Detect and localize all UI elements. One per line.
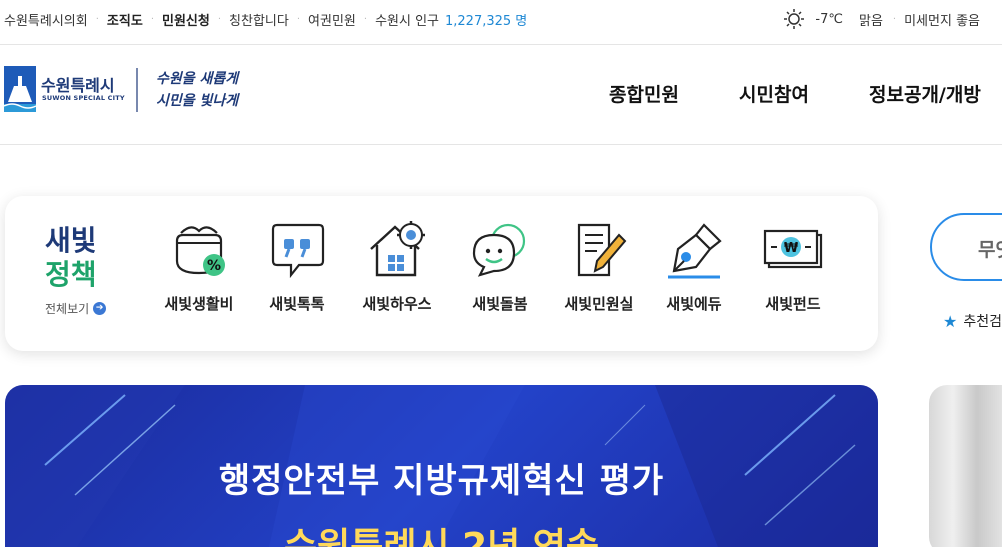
separator-dot: ·: [217, 14, 222, 25]
service-saebit-fund[interactable]: ₩ 새빛펀드: [745, 221, 841, 314]
service-label: 새빛톡톡: [269, 295, 325, 313]
service-label: 새빛에듀: [666, 295, 722, 313]
separator-dot: ·: [892, 13, 897, 25]
service-label: 새빛돌봄: [472, 295, 528, 313]
org-chart-link[interactable]: 조직도: [107, 10, 143, 29]
saebit-title-line2: 정책: [45, 258, 97, 291]
weather-widget: -7℃ 맑음 · 미세먼지 좋음: [783, 8, 980, 30]
search-placeholder: 무엇: [978, 239, 1002, 261]
passport-link[interactable]: 여권민원: [308, 10, 356, 29]
weather-condition: 맑음: [858, 13, 883, 29]
saebit-policy-card: 새빛 정책 전체보기 ➔ % 새빛생활비 새빛톡톡 새빛하우스 새빛돌봄 새빛민…: [5, 196, 878, 351]
search-input[interactable]: 무엇: [930, 213, 1002, 281]
smile-chat-icon: [472, 223, 526, 277]
temperature: -7℃: [815, 11, 843, 27]
banner-title: 행정안전부 지방규제혁신 평가: [218, 461, 665, 501]
separator-dot: ·: [150, 14, 154, 25]
service-saebit-living[interactable]: % 새빛생활비: [151, 221, 247, 314]
recommended-search-link[interactable]: ★ 추천검: [943, 311, 1002, 331]
civil-request-link[interactable]: 민원신청: [162, 10, 210, 29]
service-saebit-house[interactable]: 새빛하우스: [349, 221, 445, 314]
praise-link[interactable]: 칭찬합니다: [229, 10, 289, 29]
gnb-civil-service[interactable]: 종합민원: [609, 80, 679, 107]
dust-status: 미세먼지 좋음: [904, 13, 980, 29]
recommended-search-label: 추천검: [963, 314, 1002, 330]
service-label: 새빛펀드: [765, 295, 821, 313]
utility-links: 수원특례시의회 · 조직도 · 민원신청 · 칭찬합니다 · 여권민원 · 수원…: [4, 10, 527, 29]
population-label: 수원시 인구: [375, 14, 439, 29]
star-icon: ★: [943, 311, 958, 331]
saebit-policy-title: 새빛 정책: [45, 224, 97, 292]
service-saebit-talk[interactable]: 새빛톡톡: [249, 221, 345, 314]
arrow-right-icon: ➔: [93, 302, 107, 315]
service-saebit-care[interactable]: 새빛돌봄: [452, 221, 548, 314]
view-all-link[interactable]: 전체보기 ➔: [45, 300, 107, 317]
house-gear-icon: [370, 221, 425, 277]
service-label: 새빛하우스: [362, 295, 432, 313]
won-bill-icon: ₩: [763, 229, 823, 269]
document-pencil-icon: [577, 223, 627, 277]
population-value: 1,227,325 명: [445, 14, 528, 29]
logo-slogan-line2: 시민을 빛나게: [156, 93, 239, 109]
svg-text:₩: ₩: [784, 241, 799, 256]
view-all-label: 전체보기: [45, 302, 90, 316]
logo-name: 수원특례시: [41, 76, 115, 95]
main-banner[interactable]: 행정안전부 지방규제혁신 평가 수원특례시 2년 연속: [5, 385, 878, 547]
gnb-citizen-participation[interactable]: 시민참여: [739, 80, 809, 107]
site-logo[interactable]: 수원특례시 SUWON SPECIAL CITY 수원을 새롭게 시민을 빛나게: [3, 66, 244, 114]
service-saebit-edu[interactable]: 새빛에듀: [646, 221, 742, 314]
banner-subtitle: 수원특례시 2년 연속: [283, 526, 600, 547]
logo-english: SUWON SPECIAL CITY: [42, 94, 125, 102]
wallet-percent-icon: %: [175, 226, 225, 276]
gnb-info-disclosure[interactable]: 정보공개/개방: [869, 80, 981, 107]
separator-dot: ·: [363, 14, 368, 25]
service-label: 새빛민원실: [564, 295, 634, 313]
service-label: 새빛생활비: [164, 295, 234, 313]
council-link[interactable]: 수원특례시의회: [4, 10, 88, 29]
saebit-title-line1: 새빛: [45, 224, 97, 257]
quote-bubble-icon: [271, 223, 325, 279]
svg-text:%: %: [207, 258, 221, 274]
site-header: 수원특례시 SUWON SPECIAL CITY 수원을 새롭게 시민을 빛나게…: [0, 45, 1002, 145]
utility-bar: 수원특례시의회 · 조직도 · 민원신청 · 칭찬합니다 · 여권민원 · 수원…: [0, 0, 1002, 36]
header-divider: [0, 144, 1002, 145]
logo-slogan-line1: 수원을 새롭게: [156, 71, 239, 87]
separator-dot: ·: [95, 14, 99, 25]
service-saebit-civil-office[interactable]: 새빛민원실: [551, 221, 647, 314]
separator-dot: ·: [296, 14, 301, 25]
pen-nib-icon: [668, 223, 722, 279]
side-banner-image[interactable]: [929, 385, 1002, 547]
sun-icon: [784, 9, 805, 29]
